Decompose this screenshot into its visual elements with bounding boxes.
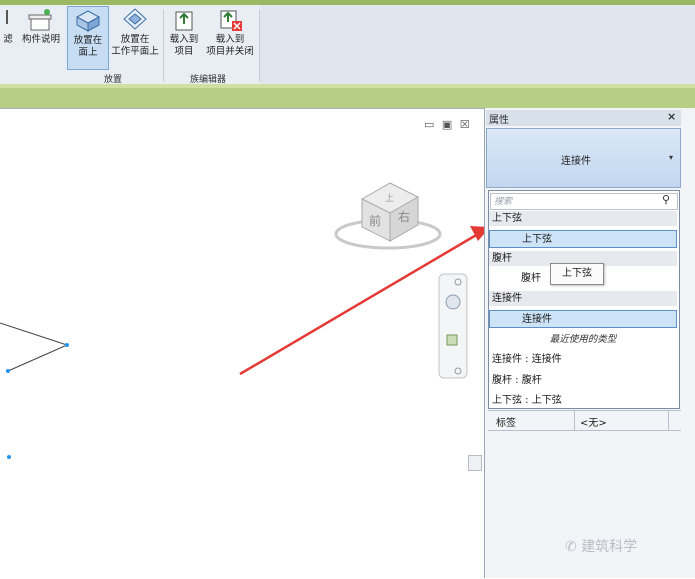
search-placeholder: 搜索 [494,197,513,207]
search-icon[interactable]: ⚲ [662,193,670,206]
search-input[interactable] [490,193,678,210]
table-border [488,430,681,431]
truss-line-lower [7,344,68,372]
family-description-icon [28,8,54,32]
load-into-project-button[interactable]: 载入到 项目 [166,8,202,58]
type-selector-label: 连接件 [561,156,591,167]
recent-item[interactable]: 上下弦 : 上下弦 [492,391,562,406]
dropdown-option-chord[interactable]: 上下弦 [489,230,677,248]
table-border [488,410,681,411]
recent-types-label: 最近使用的类型 [549,334,617,345]
close-icon[interactable]: × [667,110,676,123]
category-header-connector: 连接件 [489,291,677,306]
ribbon-empty-area [260,0,695,88]
load-into-project-and-close-button[interactable]: 载入到 项目并关闭 [203,8,257,58]
ribbon-group-separator [163,10,164,82]
properties-title: 属性 [489,115,509,126]
filter-icon [2,8,14,32]
parameter-label: 标签 [496,418,516,429]
place-on-face-icon [75,9,101,33]
canvas-scrollbar-thumb[interactable] [468,455,482,471]
filter-button[interactable]: 滤 [2,8,14,46]
load-into-project-and-close-label1: 载入到 [215,34,245,45]
ribbon-top-strip [0,0,695,5]
table-border [668,410,669,430]
options-bar [0,88,695,108]
truss-node[interactable] [7,455,11,459]
load-into-project-and-close-label2: 项目并关闭 [206,46,254,57]
viewcube[interactable]: 前 右 上 [334,182,442,250]
navigation-bar[interactable] [438,273,468,379]
hover-tooltip: 上下弦 [550,263,604,285]
load-into-project-label2: 项目 [174,46,194,57]
place-on-workplane-button[interactable]: 放置在 工作平面上 [110,8,160,58]
drawing-canvas[interactable]: 前 右 上 [0,108,484,579]
truss-line-upper [0,322,68,346]
place-on-workplane-label2: 工作平面上 [111,46,159,57]
chevron-down-icon[interactable]: ▾ [669,153,673,162]
view-window-controls[interactable]: ▭ ▣ ☒ [424,118,472,131]
place-on-workplane-label1: 放置在 [120,34,150,45]
watermark: ✆ 建筑科学 [565,536,637,556]
load-into-project-label1: 载入到 [169,34,199,45]
canvas-drawing: 前 右 上 [0,182,484,459]
parameter-value[interactable]: <无> [580,414,607,429]
load-into-project-icon [171,8,197,32]
viewcube-front-label: 前 [369,213,381,228]
place-on-face-label2: 面上 [78,47,98,58]
wechat-icon: ✆ [565,539,582,555]
dropdown-option-connector[interactable]: 连接件 [489,310,677,328]
recent-item[interactable]: 腹杆 : 腹杆 [492,371,542,386]
place-on-face-label1: 放置在 [73,35,103,46]
viewcube-right-label: 右 [398,209,410,224]
properties-header [486,110,681,126]
truss-node[interactable] [6,369,10,373]
family-description-label: 构件说明 [21,34,60,45]
watermark-text: 建筑科学 [581,539,638,555]
viewcube-top-label: 上 [385,193,394,204]
table-border [574,410,575,430]
load-into-project-and-close-icon [217,8,243,32]
truss-node[interactable] [65,343,69,347]
filter-label: 滤 [3,34,13,45]
category-header-chord: 上下弦 [489,211,677,226]
ribbon-group-separator [259,10,260,82]
family-description-button[interactable]: 构件说明 [18,8,64,46]
recent-item[interactable]: 连接件 : 连接件 [492,350,562,365]
place-on-workplane-icon [122,8,148,32]
place-on-face-button[interactable]: 放置在 面上 [67,6,109,70]
